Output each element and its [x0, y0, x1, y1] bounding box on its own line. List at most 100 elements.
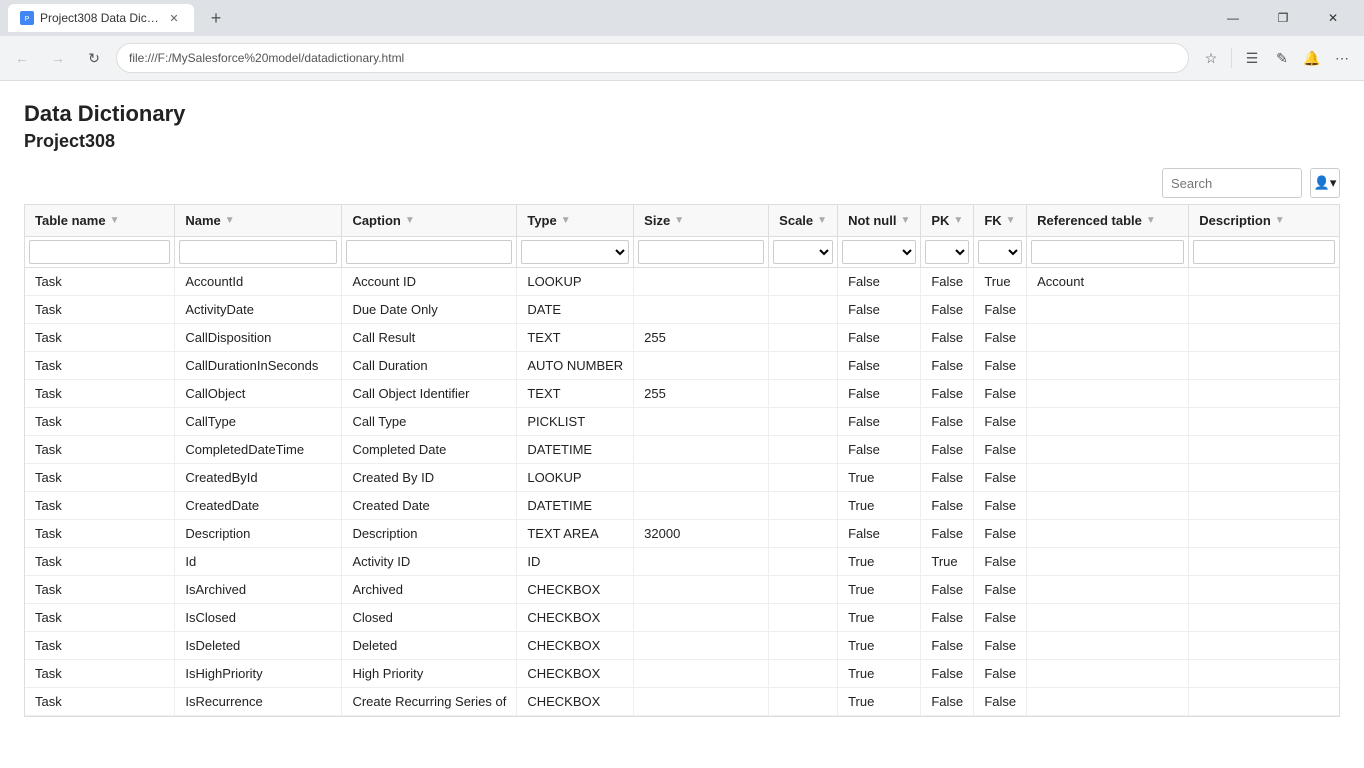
cell-scale: [769, 436, 838, 464]
filter-cell-table-name: [25, 237, 175, 268]
search-input[interactable]: [1162, 168, 1302, 198]
filter-cell-pk: [921, 237, 974, 268]
cell-fk: False: [974, 296, 1027, 324]
filter-select-not-null[interactable]: [842, 240, 916, 264]
cell-referenced-table: [1027, 380, 1189, 408]
sort-icon-table-name: ▼: [110, 215, 120, 226]
cell-size: [634, 464, 769, 492]
notifications-icon[interactable]: 🔔: [1298, 44, 1326, 72]
filter-select-fk[interactable]: [978, 240, 1022, 264]
cell-size: [634, 576, 769, 604]
browser-tab[interactable]: P Project308 Data Diction ✕: [8, 4, 194, 32]
cell-scale: [769, 660, 838, 688]
more-options-icon[interactable]: ⋯: [1328, 44, 1356, 72]
window-controls: — ❐ ✕: [1210, 4, 1356, 32]
cell-pk: False: [921, 492, 974, 520]
cell-not-null: True: [838, 464, 921, 492]
cell-caption: Call Duration: [342, 352, 517, 380]
new-tab-button[interactable]: +: [202, 4, 230, 32]
filter-input-referenced-table[interactable]: [1031, 240, 1184, 264]
cell-caption: Activity ID: [342, 548, 517, 576]
cell-size: [634, 548, 769, 576]
cell-name: Description: [175, 520, 342, 548]
refresh-button[interactable]: ↻: [80, 44, 108, 72]
cell-not-null: False: [838, 408, 921, 436]
table-controls: 👤▾: [24, 168, 1340, 198]
cell-scale: [769, 268, 838, 296]
cell-type: LOOKUP: [517, 464, 634, 492]
col-header-scale[interactable]: Scale ▼: [769, 205, 838, 237]
table-row: TaskIsArchivedArchivedCHECKBOXTrueFalseF…: [25, 576, 1339, 604]
cell-size: 32000: [634, 520, 769, 548]
filter-input-description[interactable]: [1193, 240, 1335, 264]
col-header-caption[interactable]: Caption ▼: [342, 205, 517, 237]
cell-table-name: Task: [25, 436, 175, 464]
cell-fk: False: [974, 604, 1027, 632]
cell-not-null: True: [838, 576, 921, 604]
cell-type: LOOKUP: [517, 268, 634, 296]
col-header-pk[interactable]: PK ▼: [921, 205, 974, 237]
sort-icon-pk: ▼: [953, 215, 963, 226]
cell-scale: [769, 324, 838, 352]
cell-caption: Description: [342, 520, 517, 548]
cell-name: CallObject: [175, 380, 342, 408]
cell-pk: False: [921, 464, 974, 492]
cell-table-name: Task: [25, 520, 175, 548]
cell-referenced-table: [1027, 576, 1189, 604]
data-table: Table name ▼ Name ▼ Caption ▼: [25, 205, 1339, 716]
cell-type: DATE: [517, 296, 634, 324]
col-header-table-name[interactable]: Table name ▼: [25, 205, 175, 237]
cell-not-null: True: [838, 604, 921, 632]
cell-type: TEXT: [517, 324, 634, 352]
table-header-row: Table name ▼ Name ▼ Caption ▼: [25, 205, 1339, 237]
cell-referenced-table: [1027, 324, 1189, 352]
table-row: TaskIsRecurrenceCreate Recurring Series …: [25, 688, 1339, 716]
filter-select-scale[interactable]: [773, 240, 833, 264]
bookmark-star-icon[interactable]: ☆: [1197, 44, 1225, 72]
cell-not-null: True: [838, 660, 921, 688]
cell-caption: Closed: [342, 604, 517, 632]
cell-caption: Create Recurring Series of: [342, 688, 517, 716]
cell-referenced-table: [1027, 408, 1189, 436]
cell-fk: False: [974, 408, 1027, 436]
user-filter-button[interactable]: 👤▾: [1310, 168, 1340, 198]
cell-not-null: False: [838, 520, 921, 548]
filter-input-name[interactable]: [179, 240, 337, 264]
cell-pk: False: [921, 660, 974, 688]
sort-icon-size: ▼: [674, 215, 684, 226]
filter-cell-scale: [769, 237, 838, 268]
tab-close-button[interactable]: ✕: [166, 10, 182, 26]
col-header-type[interactable]: Type ▼: [517, 205, 634, 237]
close-button[interactable]: ✕: [1310, 4, 1356, 32]
filter-select-pk[interactable]: [925, 240, 969, 264]
minimize-button[interactable]: —: [1210, 4, 1256, 32]
cell-pk: False: [921, 604, 974, 632]
filter-input-size[interactable]: [638, 240, 764, 264]
table-row: TaskAccountIdAccount IDLOOKUPFalseFalseT…: [25, 268, 1339, 296]
cell-referenced-table: [1027, 520, 1189, 548]
address-bar[interactable]: file:///F:/MySalesforce%20model/datadict…: [116, 43, 1189, 73]
col-header-description[interactable]: Description ▼: [1189, 205, 1339, 237]
cell-description: [1189, 660, 1339, 688]
hamburger-menu-icon[interactable]: ☰: [1238, 44, 1266, 72]
table-row: TaskCompletedDateTimeCompleted DateDATET…: [25, 436, 1339, 464]
filter-select-type[interactable]: [521, 240, 629, 264]
cell-size: [634, 436, 769, 464]
maximize-button[interactable]: ❐: [1260, 4, 1306, 32]
col-header-size[interactable]: Size ▼: [634, 205, 769, 237]
sort-icon-type: ▼: [561, 215, 571, 226]
col-header-referenced-table[interactable]: Referenced table ▼: [1027, 205, 1189, 237]
forward-button[interactable]: →: [44, 44, 72, 72]
edit-icon[interactable]: ✎: [1268, 44, 1296, 72]
filter-input-table-name[interactable]: [29, 240, 170, 264]
cell-name: CallType: [175, 408, 342, 436]
filter-input-caption[interactable]: [346, 240, 512, 264]
col-header-not-null[interactable]: Not null ▼: [838, 205, 921, 237]
back-button[interactable]: ←: [8, 44, 36, 72]
cell-caption: Completed Date: [342, 436, 517, 464]
cell-type: TEXT AREA: [517, 520, 634, 548]
sort-icon-scale: ▼: [817, 215, 827, 226]
sort-icon-description: ▼: [1275, 215, 1285, 226]
col-header-fk[interactable]: FK ▼: [974, 205, 1027, 237]
col-header-name[interactable]: Name ▼: [175, 205, 342, 237]
